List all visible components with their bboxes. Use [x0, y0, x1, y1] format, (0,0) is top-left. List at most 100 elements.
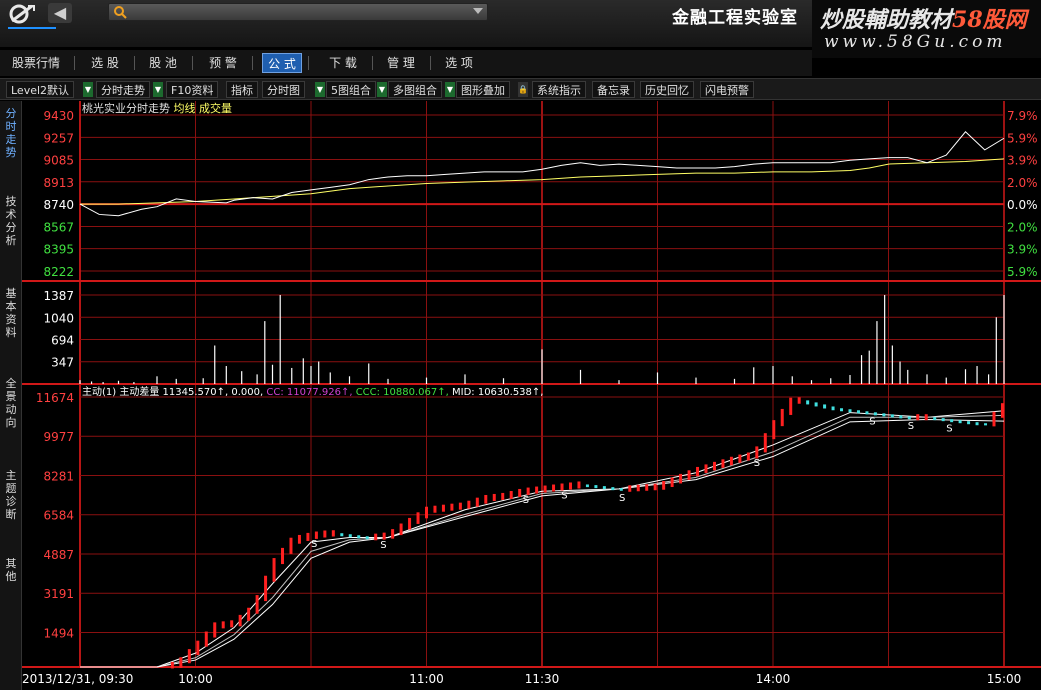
- toolbar-button[interactable]: 闪电预警: [700, 81, 754, 98]
- indicator-candle: [679, 473, 683, 484]
- watermark-url: www.58Gu.com: [824, 32, 1007, 52]
- indicator-candle: [230, 620, 234, 628]
- legend-volume: 成交量: [199, 101, 232, 115]
- sell-signal-marker: S: [380, 540, 386, 551]
- volume-tick-label: 1387: [43, 289, 74, 303]
- indicator-candle: [831, 406, 835, 411]
- side-tab[interactable]: 基本资料: [2, 287, 20, 339]
- toolbar-button[interactable]: 图形叠加: [456, 81, 510, 98]
- indicator-candle: [560, 483, 564, 491]
- app-logo-icon[interactable]: [6, 3, 42, 25]
- indicator-candle: [314, 531, 318, 539]
- price-tick-label: 9257: [43, 131, 74, 145]
- indicator-mid: MID: 10630.538↑,: [452, 387, 543, 398]
- percent-tick-label: 2.0%: [1007, 176, 1038, 190]
- toolbar-button[interactable]: 备忘录: [592, 81, 635, 98]
- indicator-candle: [484, 494, 488, 504]
- indicator-candle: [323, 530, 327, 538]
- main-menu-item[interactable]: 管 理: [378, 53, 424, 73]
- time-axis-label: 2013/12/31, 09:30: [22, 672, 133, 686]
- main-menu-item[interactable]: 公 式: [262, 53, 302, 73]
- toolbar-button[interactable]: 分时走势: [96, 81, 150, 98]
- main-menu-item[interactable]: 选 项: [436, 53, 482, 73]
- toolbar-button[interactable]: 指标: [226, 81, 258, 98]
- percent-tick-label: 5.9%: [1007, 265, 1038, 279]
- indicator-candle: [399, 523, 403, 536]
- back-arrow-icon[interactable]: ◀: [48, 3, 72, 23]
- indicator-tick-label: 3191: [43, 587, 74, 601]
- main-menu-item[interactable]: 选 股: [82, 53, 128, 73]
- toolbar-button[interactable]: Level2默认: [6, 81, 75, 98]
- toolbar-button[interactable]: 多图组合: [388, 81, 442, 98]
- toolbar-button[interactable]: 分时图: [262, 81, 305, 98]
- side-tab[interactable]: 全景动向: [2, 377, 20, 429]
- percent-tick-label: 3.9%: [1007, 243, 1038, 257]
- chevron-down-icon[interactable]: [473, 8, 483, 14]
- indicator-candle: [408, 517, 412, 530]
- toolbar-button[interactable]: 5图组合: [326, 81, 376, 98]
- side-tab[interactable]: 主题诊断: [2, 469, 20, 521]
- percent-tick-label: 7.9%: [1007, 109, 1038, 123]
- indicator-candle: [535, 486, 539, 494]
- lock-icon[interactable]: 🔒: [518, 82, 528, 97]
- indicator-candle: [501, 492, 505, 500]
- dropdown-arrow-icon[interactable]: ▼: [153, 82, 163, 97]
- indicator-candle: [933, 417, 937, 421]
- watermark-logo: 炒股輔助教材58股网 www.58Gu.com: [812, 0, 1041, 58]
- indicator-candle: [916, 414, 920, 421]
- watermark-text-a: 炒股輔助教材: [820, 7, 953, 33]
- side-tab[interactable]: 技术分析: [2, 195, 20, 247]
- price-tick-label: 9085: [43, 154, 74, 168]
- side-tab[interactable]: 分时走势: [2, 107, 20, 159]
- side-tab[interactable]: 其他: [2, 557, 20, 583]
- indicator-candle: [611, 487, 615, 491]
- main-menu: 股票行情选 股股 池预 警公 式下 载管 理选 项: [0, 50, 812, 76]
- dropdown-arrow-icon[interactable]: ▼: [377, 82, 387, 97]
- indicator-candle: [856, 410, 860, 414]
- volume-tick-label: 347: [51, 356, 74, 370]
- indicator-candle: [492, 493, 496, 501]
- toolbar-button[interactable]: F10资料: [166, 81, 219, 98]
- indicator-candle: [967, 421, 971, 425]
- percent-tick-label: 5.9%: [1007, 131, 1038, 145]
- indicator-candle: [518, 488, 522, 498]
- dropdown-arrow-icon[interactable]: ▼: [445, 82, 455, 97]
- toolbar-button[interactable]: 历史回忆: [640, 81, 694, 98]
- indicator-candle: [992, 411, 996, 427]
- sell-signal-marker: S: [754, 458, 760, 469]
- main-menu-item[interactable]: 预 警: [200, 53, 246, 73]
- menu-divider: [308, 56, 309, 70]
- indicator-candle: [289, 537, 293, 554]
- dropdown-arrow-icon[interactable]: ▼: [83, 82, 93, 97]
- indicator-candle: [272, 558, 276, 582]
- sell-signal-marker: S: [908, 421, 914, 432]
- indicator-candle: [687, 470, 691, 480]
- percent-tick-label: 2.0%: [1007, 220, 1038, 234]
- indicator-candle: [170, 661, 174, 669]
- main-menu-item[interactable]: 下 载: [320, 53, 366, 73]
- indicator-candle: [213, 622, 217, 638]
- sell-signal-marker: S: [523, 495, 529, 506]
- indicator-candle: [221, 621, 225, 629]
- indicator-tick-label: 11674: [36, 391, 74, 405]
- indicator-candle: [780, 408, 784, 427]
- indicator-cc: CC: 11077.926↑,: [266, 387, 355, 398]
- indicator-candle: [204, 631, 208, 647]
- main-menu-item[interactable]: 股 池: [140, 53, 186, 73]
- dropdown-arrow-icon[interactable]: ▼: [315, 82, 325, 97]
- indicator-candle: [738, 454, 742, 463]
- indicator-candle: [365, 536, 369, 540]
- indicator-candle: [696, 466, 700, 477]
- intraday-chart[interactable]: 桃光实业分时走势 均线 成交量 9430 7.9% 9257 5.9% 9085 3.9% 8…: [22, 101, 1041, 690]
- toolbar-button[interactable]: 系统指示: [532, 81, 586, 98]
- main-menu-item[interactable]: 股票行情: [4, 53, 68, 73]
- indicator-candle: [975, 422, 979, 426]
- indicator-candle: [1000, 403, 1004, 418]
- indicator-candle: [958, 420, 962, 424]
- menu-divider: [192, 56, 193, 70]
- indicator-candle: [712, 461, 716, 471]
- indicator-candle: [755, 446, 759, 459]
- stock-search-input[interactable]: [108, 3, 488, 21]
- lab-title: 金融工程实验室: [672, 8, 798, 28]
- indicator-candle: [721, 459, 725, 468]
